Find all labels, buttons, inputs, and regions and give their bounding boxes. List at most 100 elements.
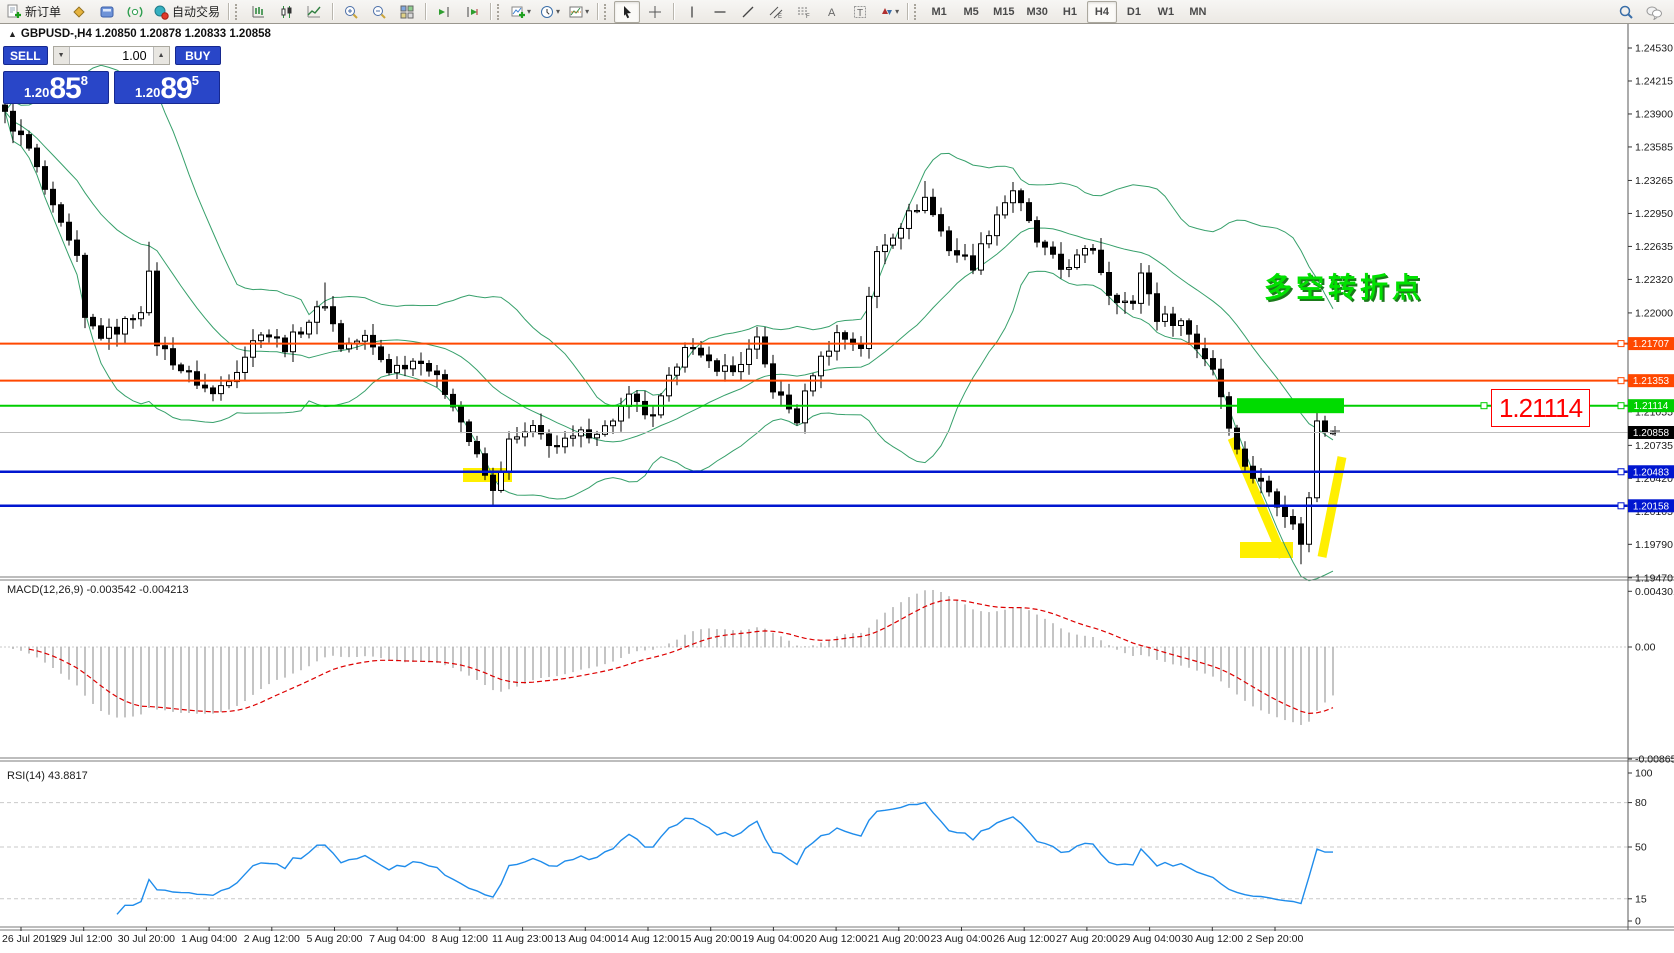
trendline-tool-button[interactable] [735,1,761,23]
sell-button[interactable]: SELL [3,46,48,65]
chart-text-annotation[interactable]: 多空转折点 [1264,266,1424,306]
zoom-in-icon [343,4,359,20]
svg-text:50: 50 [1635,842,1647,854]
svg-text:2 Sep 20:00: 2 Sep 20:00 [1247,933,1304,945]
tab-timeframe-m15[interactable]: M15 [988,1,1019,23]
horizontal-line-tool-button[interactable] [707,1,733,23]
svg-text:29 Aug 04:00: 29 Aug 04:00 [1119,933,1181,945]
chat-button[interactable] [1641,1,1667,23]
chart-canvas[interactable]: 1.245301.242151.239001.235851.232651.229… [0,0,1674,953]
sell-quote[interactable]: 1.20858 [3,71,109,104]
cursor-cross-mark [1330,426,1340,436]
svg-text:A: A [828,7,836,19]
tab-timeframe-h4[interactable]: H4 [1087,1,1117,23]
volume-decrease-button[interactable]: ▼ [54,47,69,64]
candlestick-chart-button[interactable] [273,1,299,23]
text-tool-button[interactable]: A [819,1,845,23]
svg-text:1 Aug 04:00: 1 Aug 04:00 [181,933,237,945]
vertical-line-icon [684,4,700,20]
svg-text:21 Aug 20:00: 21 Aug 20:00 [868,933,930,945]
new-order-label: 新订单 [25,3,61,20]
yellow-highlights [463,438,1342,558]
data-window-button[interactable] [94,1,120,23]
templates-button[interactable]: ▾ [565,1,592,23]
tile-windows-button[interactable] [394,1,420,23]
svg-text:30 Jul 20:00: 30 Jul 20:00 [118,933,175,945]
auto-scroll-icon [436,4,452,20]
svg-text:1.24215: 1.24215 [1635,75,1673,87]
svg-text:-0.008651: -0.008651 [1635,754,1674,766]
svg-text:0.00: 0.00 [1635,642,1656,654]
buy-price-prefix: 1.20 [135,83,160,103]
arrows-tool-button[interactable]: ▾ [875,1,902,23]
cursor-tool-button[interactable] [614,1,640,23]
channel-tool-button[interactable]: E [763,1,789,23]
volume-increase-button[interactable]: ▲ [154,47,169,64]
collapse-panel-icon[interactable]: ▲ [8,29,17,39]
price-axis[interactable]: 1.245301.242151.239001.235851.232651.229… [1628,43,1674,928]
auto-scroll-button[interactable] [431,1,457,23]
svg-text:2 Aug 12:00: 2 Aug 12:00 [244,933,300,945]
line-chart-icon [306,4,322,20]
periods-button[interactable]: ▾ [536,1,563,23]
svg-text:0.004301: 0.004301 [1635,586,1674,598]
fibonacci-tool-button[interactable]: F [791,1,817,23]
new-order-icon [6,4,22,20]
svg-text:0: 0 [1635,916,1641,928]
sell-price-pip: 8 [81,75,88,87]
tab-timeframe-m1[interactable]: M1 [924,1,954,23]
svg-text:26 Aug 12:00: 26 Aug 12:00 [993,933,1055,945]
svg-text:19 Aug 04:00: 19 Aug 04:00 [742,933,804,945]
svg-text:1.23900: 1.23900 [1635,108,1673,120]
tab-timeframe-d1[interactable]: D1 [1119,1,1149,23]
svg-text:20 Aug 12:00: 20 Aug 12:00 [805,933,867,945]
crosshair-tool-button[interactable] [642,1,668,23]
svg-text:1.21707: 1.21707 [1633,339,1670,350]
indicators-button[interactable]: ▾ [507,1,534,23]
text-label-tool-button[interactable]: T [847,1,873,23]
volume-input[interactable] [69,47,154,64]
templates-icon [568,4,584,20]
svg-text:1.22320: 1.22320 [1635,274,1673,286]
rsi-indicator [0,802,1628,914]
tab-timeframe-mn[interactable]: MN [1183,1,1213,23]
tab-timeframe-h1[interactable]: H1 [1055,1,1085,23]
candlesticks [3,93,1336,564]
zoom-out-button[interactable] [366,1,392,23]
data-window-icon [99,4,115,20]
tab-timeframe-m5[interactable]: M5 [956,1,986,23]
svg-text:1.20735: 1.20735 [1635,440,1673,452]
chart-shift-button[interactable] [459,1,485,23]
svg-text:30 Aug 12:00: 30 Aug 12:00 [1181,933,1243,945]
bollinger-bands [5,65,1333,580]
buy-quote[interactable]: 1.20895 [114,71,220,104]
search-button[interactable] [1613,1,1639,23]
fibonacci-icon: F [796,4,812,20]
zoom-in-button[interactable] [338,1,364,23]
svg-text:T: T [857,8,863,19]
vertical-line-tool-button[interactable] [679,1,705,23]
chart-frame [0,24,1674,930]
buy-button[interactable]: BUY [175,46,221,65]
rsi-label: RSI(14) 43.8817 [7,770,88,782]
autotrading-button[interactable]: 自动交易 [150,1,223,23]
svg-text:1.21114: 1.21114 [1634,401,1669,412]
svg-text:13 Aug 04:00: 13 Aug 04:00 [554,933,616,945]
chat-icon [1645,4,1663,20]
svg-text:5 Aug 20:00: 5 Aug 20:00 [306,933,362,945]
svg-text:15 Aug 20:00: 15 Aug 20:00 [680,933,742,945]
tab-timeframe-w1[interactable]: W1 [1151,1,1181,23]
svg-text:1.20158: 1.20158 [1633,501,1670,512]
bar-chart-button[interactable] [245,1,271,23]
svg-text:11 Aug 23:00: 11 Aug 23:00 [492,933,553,945]
signals-button[interactable] [122,1,148,23]
price-callout-box[interactable]: 1.21114 [1491,389,1590,427]
line-chart-button[interactable] [301,1,327,23]
new-order-button[interactable]: 新订单 [3,1,64,23]
buy-price-pip: 5 [192,75,199,87]
svg-text:100: 100 [1635,768,1653,780]
toolbar: 新订单 自动交易 ▾ ▾ ▾ E F A T ▾ M1 M5 M15 M30 H… [0,0,1674,24]
equidistant-channel-icon: E [768,4,784,20]
profile-button[interactable] [66,1,92,23]
tab-timeframe-m30[interactable]: M30 [1022,1,1053,23]
